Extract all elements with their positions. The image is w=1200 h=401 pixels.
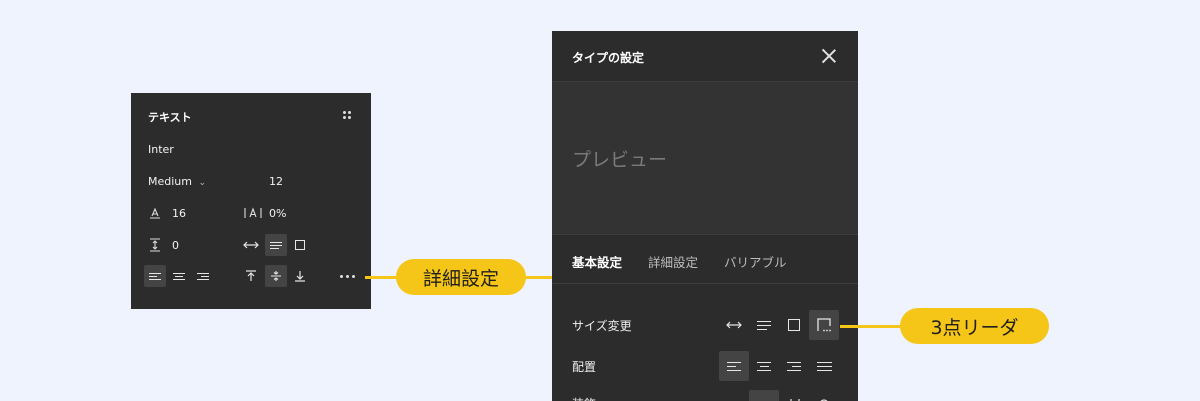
type-settings-dialog: タイプの設定 プレビュー 基本設定 詳細設定 バリアブル サイズ変更 配置 装飾 bbox=[552, 31, 858, 401]
chevron-down-icon: ⌄ bbox=[198, 178, 207, 188]
align-top-icon[interactable] bbox=[240, 265, 262, 287]
callout-ellipsis: 3点リーダ bbox=[900, 308, 1049, 344]
font-size-input[interactable]: 12 bbox=[269, 175, 283, 188]
align-justify-icon[interactable] bbox=[809, 351, 839, 381]
auto-height-icon[interactable] bbox=[265, 234, 287, 256]
divider bbox=[552, 234, 858, 235]
strikethrough-icon[interactable] bbox=[812, 392, 836, 401]
align-left-icon[interactable] bbox=[719, 351, 749, 381]
auto-width-icon[interactable] bbox=[240, 234, 262, 256]
align-right-icon[interactable] bbox=[779, 351, 809, 381]
underline-icon[interactable] bbox=[783, 392, 807, 401]
tab-advanced[interactable]: 詳細設定 bbox=[648, 252, 698, 271]
callout-connector bbox=[840, 325, 905, 328]
text-properties-panel: テキスト Inter Medium ⌄ 12 16 0% 0 bbox=[131, 93, 371, 309]
align-center-icon[interactable] bbox=[749, 351, 779, 381]
resize-label: サイズ変更 bbox=[572, 319, 632, 333]
font-weight-select[interactable]: Medium ⌄ bbox=[148, 175, 206, 188]
fixed-size-icon[interactable] bbox=[782, 313, 806, 337]
close-icon[interactable] bbox=[820, 47, 838, 65]
fixed-size-icon[interactable] bbox=[289, 234, 311, 256]
align-center-icon[interactable] bbox=[168, 265, 190, 287]
callout-connector bbox=[365, 276, 400, 279]
align-bottom-icon[interactable] bbox=[289, 265, 311, 287]
line-height-input[interactable]: 16 bbox=[172, 207, 186, 220]
preview-area: プレビュー bbox=[552, 82, 858, 234]
callout-details: 詳細設定 bbox=[396, 259, 526, 295]
letter-spacing-icon bbox=[244, 205, 262, 219]
tab-basic[interactable]: 基本設定 bbox=[572, 252, 622, 271]
paragraph-spacing-icon bbox=[148, 237, 162, 252]
auto-width-icon[interactable] bbox=[722, 313, 746, 337]
align-middle-icon[interactable] bbox=[265, 265, 287, 287]
preview-text: プレビュー bbox=[572, 149, 668, 171]
letter-spacing-input[interactable]: 0% bbox=[269, 207, 286, 220]
more-options-icon[interactable] bbox=[336, 265, 358, 287]
paragraph-spacing-input[interactable]: 0 bbox=[172, 239, 179, 252]
dialog-title: タイプの設定 bbox=[572, 51, 645, 65]
callout-connector bbox=[524, 276, 554, 279]
truncate-text-icon[interactable] bbox=[809, 310, 839, 340]
tab-variables[interactable]: バリアブル bbox=[724, 252, 787, 271]
grip-dots-icon[interactable] bbox=[343, 111, 353, 121]
align-label: 配置 bbox=[572, 360, 597, 374]
line-height-icon bbox=[148, 205, 162, 219]
font-family-select[interactable]: Inter bbox=[148, 143, 174, 156]
font-weight-value: Medium bbox=[148, 175, 192, 188]
decoration-none-icon[interactable] bbox=[749, 390, 779, 401]
align-left-icon[interactable] bbox=[144, 265, 166, 287]
align-right-icon[interactable] bbox=[192, 265, 214, 287]
divider bbox=[552, 283, 858, 284]
decoration-label: 装飾 bbox=[572, 395, 596, 401]
auto-height-icon[interactable] bbox=[752, 313, 776, 337]
panel-title: テキスト bbox=[148, 111, 192, 124]
